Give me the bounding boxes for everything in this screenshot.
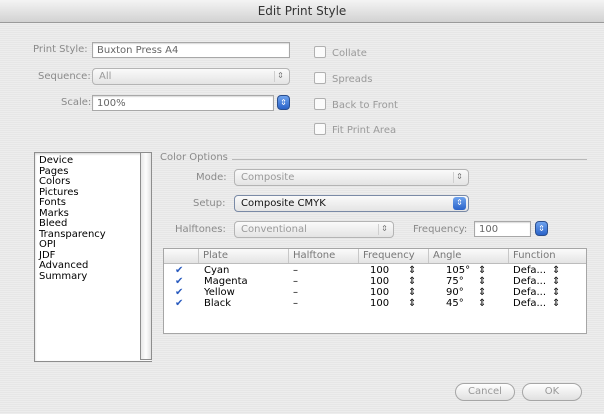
plate-name: Magenta	[204, 276, 248, 287]
cancel-button[interactable]: Cancel	[455, 383, 515, 401]
halftone-value: –	[293, 276, 298, 287]
updown-arrows-icon[interactable]: ⇕	[478, 287, 486, 298]
updown-arrows-icon[interactable]: ⇕	[408, 298, 416, 309]
mode-popup[interactable]: Composite ⇕	[234, 169, 469, 186]
halftone-value: –	[293, 298, 298, 309]
updown-arrows-icon[interactable]: ⇕	[478, 298, 486, 309]
header-frequency[interactable]: Frequency	[358, 249, 428, 263]
back-to-front-label: Back to Front	[332, 100, 398, 111]
checkmark-icon[interactable]: ✔	[175, 265, 183, 276]
color-options-title: Color Options	[160, 152, 228, 163]
sequence-popup[interactable]: All ⇕	[92, 68, 290, 85]
ok-button[interactable]: OK	[522, 383, 582, 401]
header-function[interactable]: Function	[508, 249, 588, 263]
setup-value: Composite CMYK	[241, 198, 326, 209]
updown-arrows-icon[interactable]: ⇕	[552, 276, 560, 287]
table-row[interactable]: ✔ Black – 100 ⇕ 45° ⇕ Defa... ⇕	[164, 298, 586, 309]
sidebar-item-summary[interactable]: Summary	[35, 271, 152, 283]
print-style-field[interactable]: Buxton Press A4	[92, 42, 290, 58]
back-to-front-checkbox[interactable]: Back to Front	[314, 98, 398, 111]
updown-arrows-icon[interactable]: ⇕	[552, 287, 560, 298]
scale-label: Scale:	[61, 97, 92, 108]
checkbox-icon	[314, 72, 326, 84]
category-list[interactable]: Device Pages Colors Pictures Fonts Marks…	[34, 152, 152, 362]
table-header: Plate Halftone Frequency Angle Function	[164, 249, 586, 264]
function-value: Defa...	[513, 298, 547, 309]
list-scrollbar[interactable]	[140, 152, 152, 360]
frequency-value: 100	[370, 265, 390, 276]
function-value: Defa...	[513, 265, 547, 276]
sidebar-item-colors[interactable]: Colors	[35, 176, 152, 188]
plate-name: Yellow	[204, 287, 235, 298]
table-row[interactable]: ✔ Magenta – 100 ⇕ 75° ⇕ Defa... ⇕	[164, 276, 586, 287]
updown-arrows-icon: ⇕	[274, 71, 286, 82]
window-title: Edit Print Style	[0, 0, 604, 23]
scale-field[interactable]: 100%	[92, 95, 274, 111]
halftones-value: Conventional	[241, 224, 307, 235]
checkmark-icon[interactable]: ✔	[175, 298, 183, 309]
checkbox-icon	[314, 123, 326, 135]
sidebar-item-bleed[interactable]: Bleed	[35, 218, 152, 230]
table-row[interactable]: ✔ Cyan – 100 ⇕ 105° ⇕ Defa... ⇕	[164, 265, 586, 276]
header-plate[interactable]: Plate	[198, 249, 288, 263]
sequence-label: Sequence:	[38, 71, 91, 82]
fit-print-area-label: Fit Print Area	[332, 125, 397, 136]
updown-arrows-icon: ⇕	[378, 224, 390, 235]
frequency-value: 100	[370, 276, 390, 287]
frequency-stepper-icon[interactable]: ⇕	[535, 221, 548, 236]
table-row[interactable]: ✔ Yellow – 100 ⇕ 90° ⇕ Defa... ⇕	[164, 287, 586, 298]
updown-arrows-icon[interactable]: ⇕	[408, 276, 416, 287]
updown-arrows-icon: ⇕	[453, 197, 466, 210]
frequency-value: 100	[370, 287, 390, 298]
updown-arrows-icon: ⇕	[453, 172, 465, 183]
sidebar-item-opi[interactable]: OPI	[35, 239, 152, 251]
setup-label: Setup:	[193, 198, 226, 209]
frequency-label: Frequency:	[413, 224, 468, 235]
spreads-label: Spreads	[332, 74, 373, 85]
collate-checkbox[interactable]: Collate	[314, 46, 367, 59]
updown-arrows-icon[interactable]: ⇕	[478, 265, 486, 276]
halftone-value: –	[293, 265, 298, 276]
angle-value: 45°	[446, 298, 464, 309]
plates-table[interactable]: Plate Halftone Frequency Angle Function …	[163, 248, 587, 334]
plate-name: Black	[204, 298, 232, 309]
header-check	[164, 249, 198, 263]
mode-label: Mode:	[196, 172, 227, 183]
sidebar-item-advanced[interactable]: Advanced	[35, 260, 152, 272]
updown-arrows-icon[interactable]: ⇕	[478, 276, 486, 287]
header-angle[interactable]: Angle	[428, 249, 508, 263]
checkmark-icon[interactable]: ✔	[175, 287, 183, 298]
function-value: Defa...	[513, 276, 547, 287]
halftone-value: –	[293, 287, 298, 298]
collate-label: Collate	[332, 48, 367, 59]
spreads-checkbox[interactable]: Spreads	[314, 72, 372, 85]
group-divider	[232, 159, 587, 160]
mode-value: Composite	[241, 172, 295, 183]
sidebar-item-fonts[interactable]: Fonts	[35, 197, 152, 209]
angle-value: 90°	[446, 287, 464, 298]
checkbox-icon	[314, 46, 326, 58]
frequency-field[interactable]: 100	[474, 221, 531, 237]
halftones-popup[interactable]: Conventional ⇕	[234, 221, 394, 238]
halftones-label: Halftones:	[175, 224, 226, 235]
header-halftone[interactable]: Halftone	[288, 249, 358, 263]
updown-arrows-icon[interactable]: ⇕	[408, 287, 416, 298]
updown-arrows-icon[interactable]: ⇕	[552, 298, 560, 309]
checkmark-icon[interactable]: ✔	[175, 276, 183, 287]
sidebar-item-device[interactable]: Device	[35, 155, 152, 167]
sequence-value: All	[99, 71, 112, 82]
function-value: Defa...	[513, 287, 547, 298]
print-style-label: Print Style:	[33, 44, 88, 55]
plate-name: Cyan	[204, 265, 230, 276]
angle-value: 105°	[446, 265, 471, 276]
checkbox-icon	[314, 98, 326, 110]
updown-arrows-icon[interactable]: ⇕	[408, 265, 416, 276]
fit-print-area-checkbox[interactable]: Fit Print Area	[314, 123, 396, 136]
frequency-value: 100	[370, 298, 390, 309]
setup-popup[interactable]: Composite CMYK ⇕	[234, 195, 469, 212]
angle-value: 75°	[446, 276, 464, 287]
scale-stepper-icon[interactable]: ⇕	[277, 95, 290, 110]
updown-arrows-icon[interactable]: ⇕	[552, 265, 560, 276]
